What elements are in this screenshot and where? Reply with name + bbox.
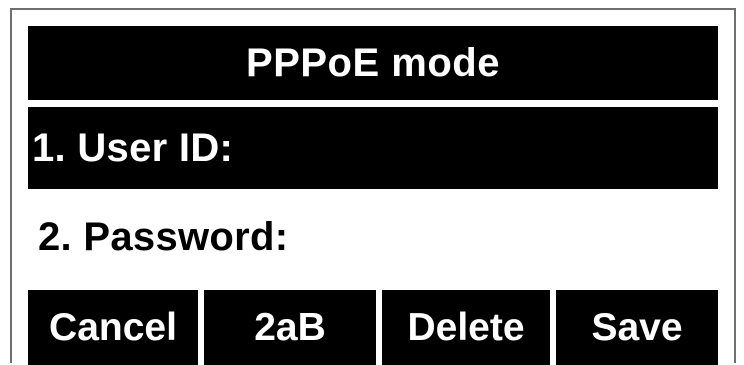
input-mode-softkey-label: 2aB bbox=[254, 305, 326, 349]
menu-item-user-id-label: 1. User ID: bbox=[32, 125, 234, 170]
screen-title: PPPoE mode bbox=[28, 26, 718, 100]
phone-lcd-screen: PPPoE mode 1. User ID: 2. Password: Canc… bbox=[10, 8, 736, 365]
screen-title-text: PPPoE mode bbox=[246, 40, 500, 85]
save-softkey[interactable]: Save bbox=[556, 290, 718, 365]
delete-softkey[interactable]: Delete bbox=[382, 290, 550, 365]
delete-softkey-label: Delete bbox=[407, 305, 525, 349]
cancel-softkey-label: Cancel bbox=[49, 305, 177, 349]
menu-item-user-id[interactable]: 1. User ID: bbox=[28, 107, 718, 189]
menu-item-password-label: 2. Password: bbox=[38, 214, 289, 259]
menu-item-password[interactable]: 2. Password: bbox=[28, 196, 718, 278]
save-softkey-label: Save bbox=[591, 305, 683, 349]
cancel-softkey[interactable]: Cancel bbox=[28, 290, 198, 365]
softkey-bar: Cancel 2aB Delete Save bbox=[28, 290, 718, 365]
input-mode-softkey[interactable]: 2aB bbox=[204, 290, 376, 365]
